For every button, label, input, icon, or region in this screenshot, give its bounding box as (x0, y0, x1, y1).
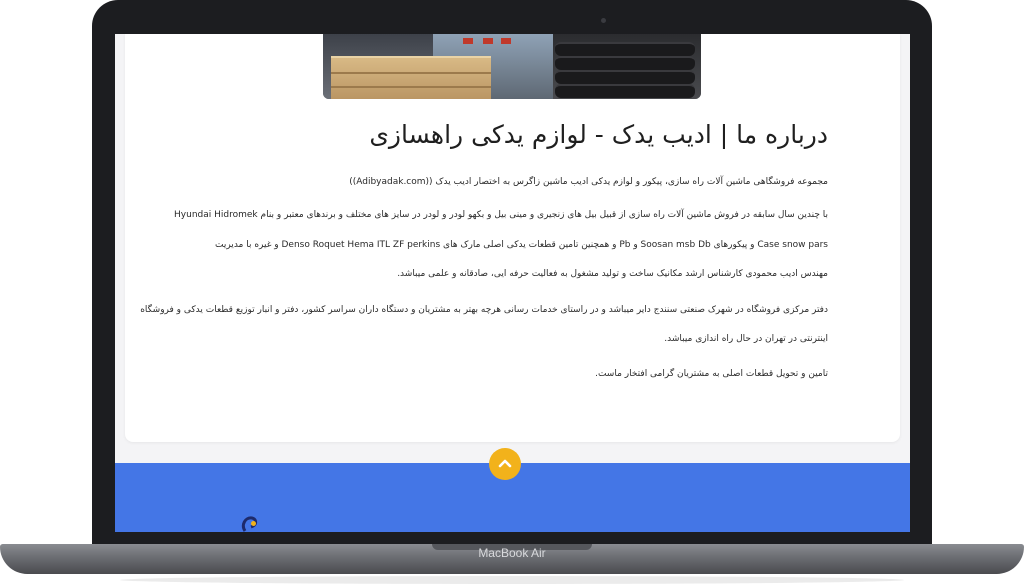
camera (601, 18, 606, 23)
chevron-up-icon (498, 459, 512, 468)
page-title: درباره ما | ادیب یدک - لوازم یدکی راهساز… (369, 120, 828, 149)
paragraph-history-1: با چندین سال سابقه در فروش ماشین آلات را… (174, 210, 828, 220)
paragraph-closing: تامین و تحویل قطعات اصلی به مشتریان گرام… (595, 369, 828, 379)
store-photo (323, 34, 701, 99)
device-brand-label: MacBook Air (478, 546, 546, 560)
footer-logo (239, 515, 263, 532)
scroll-to-top-button[interactable] (489, 448, 521, 480)
paragraph-history-2: Case snow pars و پیکورهای Soosan msb Db … (215, 240, 828, 250)
about-card: درباره ما | ادیب یدک - لوازم یدکی راهساز… (125, 34, 900, 442)
browser-viewport: درباره ما | ادیب یدک - لوازم یدکی راهساز… (115, 34, 910, 532)
paragraph-office-1: دفتر مرکزی فروشگاه در شهرک صنعتی سنندج د… (140, 305, 828, 315)
paragraph-office-2: اینترنتی در تهران در حال راه اندازی میبا… (664, 334, 828, 344)
paragraph-management: مهندس ادیب محمودی کارشناس ارشد مکانیک سا… (397, 269, 828, 279)
paragraph-intro: مجموعه فروشگاهی ماشین آلات راه سازی، پیک… (349, 177, 828, 187)
